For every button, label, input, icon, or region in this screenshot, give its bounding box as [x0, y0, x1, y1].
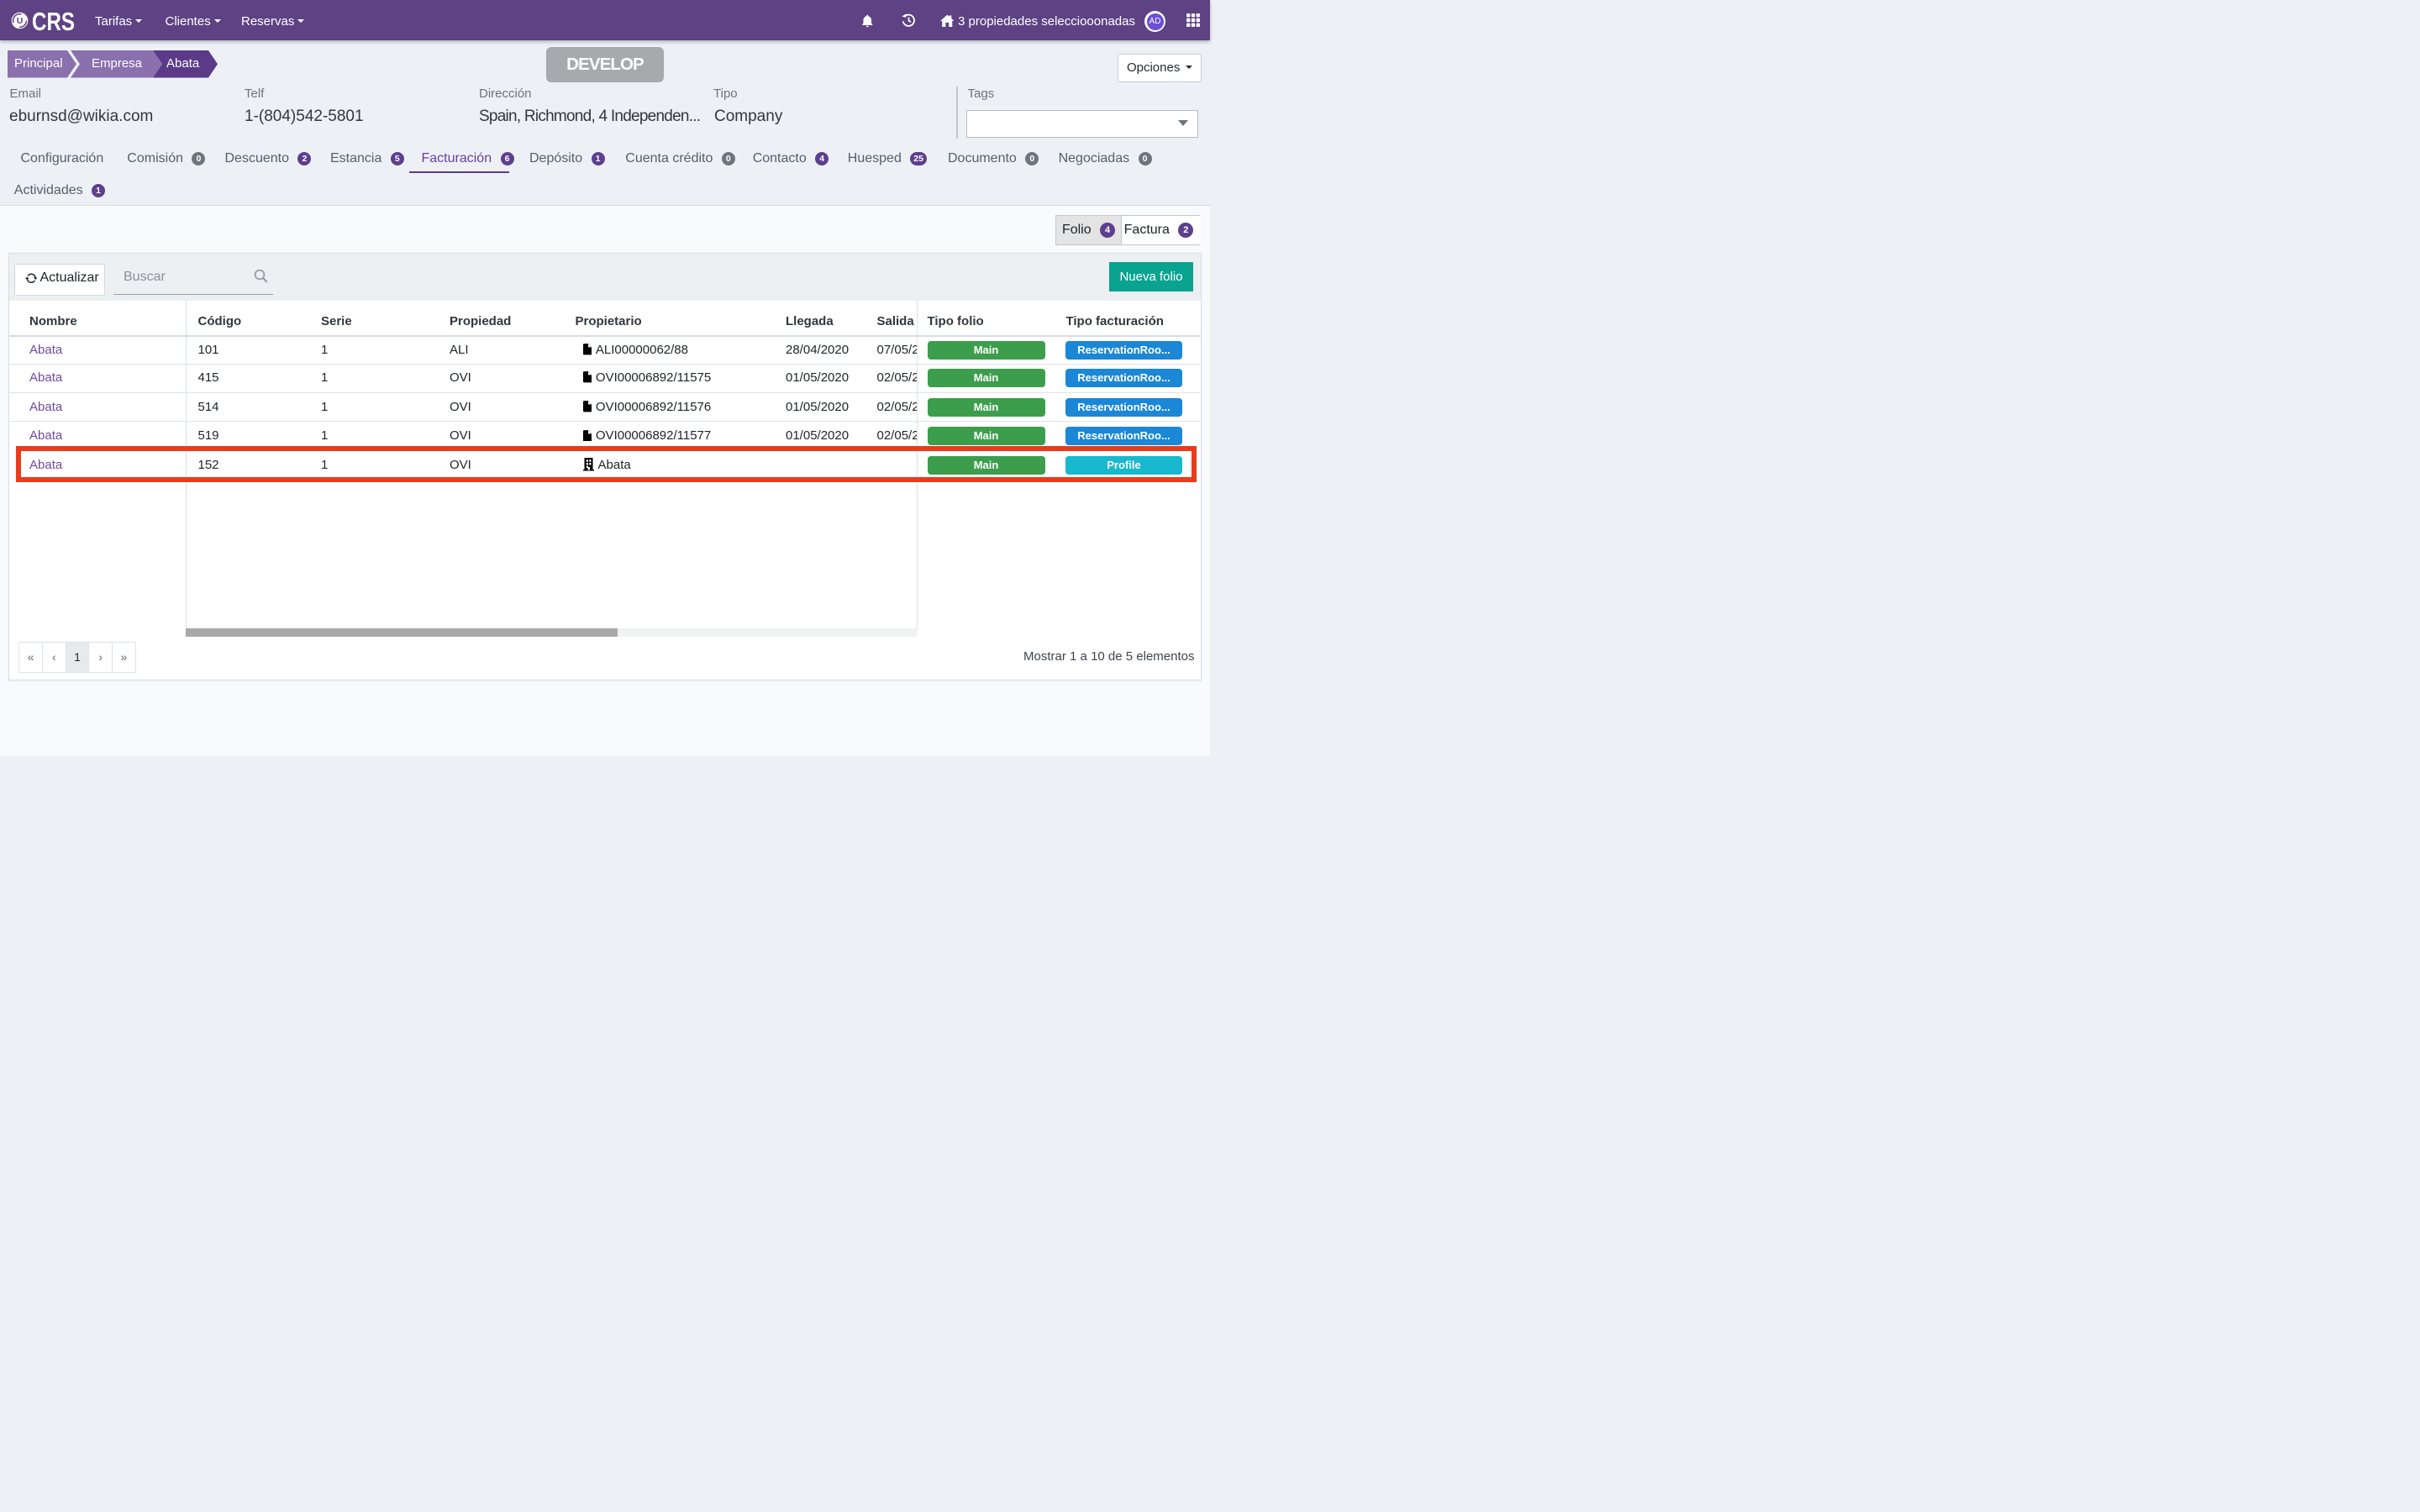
- svg-text:U: U: [17, 16, 24, 26]
